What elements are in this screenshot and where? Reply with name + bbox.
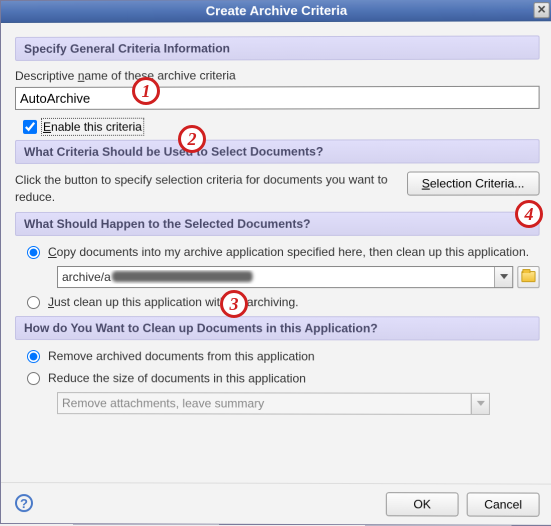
window-title: Create Archive Criteria [206,3,347,19]
radio-reduce[interactable] [27,372,40,385]
radio-remove[interactable] [27,350,40,363]
enable-criteria-checkbox[interactable] [23,120,37,134]
titlebar: Create Archive Criteria ✕ [1,0,551,23]
enable-criteria-label: Enable this criteria [43,120,142,134]
section-criteria: What Criteria Should be Used to Select D… [15,139,540,164]
chevron-down-icon [471,394,489,414]
cancel-button[interactable]: Cancel [467,492,540,516]
radio-copy-label: Copy documents into my archive applicati… [48,243,529,259]
section-general: Specify General Criteria Information [15,35,540,61]
descriptive-name-label: Descriptive name of these archive criter… [15,68,540,83]
folder-icon [521,271,535,282]
radio-just-clean-label: Just clean up this application without a… [48,294,299,310]
dialog-footer: ? OK Cancel [1,482,551,525]
radio-just-clean[interactable] [27,296,40,309]
archive-path-value: archive/a [58,270,494,284]
archive-path-combo[interactable]: archive/a [57,266,513,288]
radio-copy-archive[interactable] [27,246,40,259]
section-cleanup: How do You Want to Clean up Documents in… [15,316,540,341]
criteria-description: Click the button to specify selection cr… [15,172,397,206]
section-action: What Should Happen to the Selected Docum… [15,211,540,235]
reduce-option-value: Remove attachments, leave summary [58,396,471,411]
dialog-content: Specify General Criteria Information Des… [1,21,551,483]
ok-button[interactable]: OK [386,492,459,516]
selection-criteria-button[interactable]: Selection Criteria... [407,171,540,195]
dialog-window: Create Archive Criteria ✕ Specify Genera… [0,0,551,526]
radio-remove-label: Remove archived documents from this appl… [48,348,315,365]
descriptive-name-input[interactable] [15,86,540,110]
chevron-down-icon[interactable] [494,267,512,287]
close-icon[interactable]: ✕ [534,2,550,18]
redacted-text [112,271,253,282]
reduce-option-combo: Remove attachments, leave summary [57,392,490,415]
browse-folder-button[interactable] [517,266,539,288]
help-icon[interactable]: ? [15,494,33,512]
radio-reduce-label: Reduce the size of documents in this app… [48,370,306,387]
